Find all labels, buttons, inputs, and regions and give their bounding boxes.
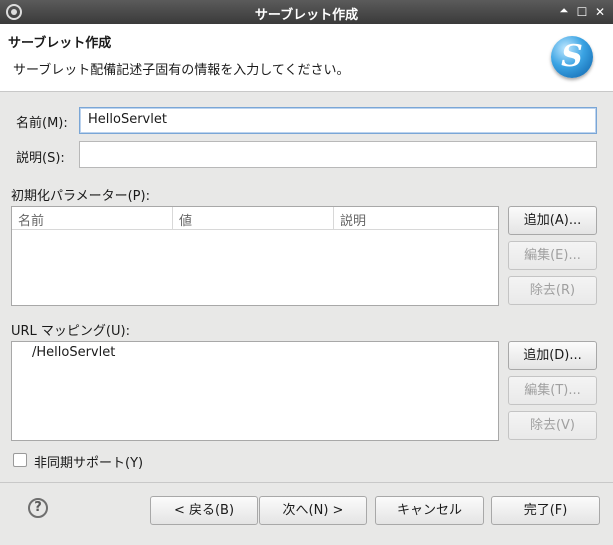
- wizard-banner: サーブレット作成 サーブレット配備記述子固有の情報を入力してください。 S: [0, 24, 613, 92]
- init-param-add-button[interactable]: 追加(A)...: [508, 206, 597, 235]
- name-input[interactable]: HelloServlet: [79, 107, 597, 134]
- servlet-logo-icon: S: [551, 36, 593, 78]
- close-icon[interactable]: ✕: [592, 3, 608, 21]
- maximize-icon[interactable]: ☐: [574, 3, 590, 21]
- init-params-table[interactable]: 名前 値 説明: [11, 206, 499, 306]
- init-param-remove-button[interactable]: 除去(R): [508, 276, 597, 305]
- back-button[interactable]: < 戻る(B): [150, 496, 258, 525]
- window-title: サーブレット作成: [254, 8, 359, 23]
- init-params-header: 名前 値 説明: [12, 207, 498, 230]
- window-titlebar: サーブレット作成 🞁 ☐ ✕: [0, 0, 613, 24]
- help-icon[interactable]: ?: [28, 498, 48, 518]
- footer-separator: [0, 482, 613, 483]
- banner-title: サーブレット作成: [8, 36, 112, 51]
- description-input[interactable]: [79, 141, 597, 168]
- banner-description: サーブレット配備記述子固有の情報を入力してください。: [13, 63, 350, 78]
- init-param-edit-button[interactable]: 編集(E)...: [508, 241, 597, 270]
- url-mapping-edit-button[interactable]: 編集(T)...: [508, 376, 597, 405]
- url-mapping-remove-button[interactable]: 除去(V): [508, 411, 597, 440]
- cancel-button[interactable]: キャンセル: [375, 496, 484, 525]
- url-mapping-add-button[interactable]: 追加(D)...: [508, 341, 597, 370]
- list-item[interactable]: /HelloServlet: [32, 345, 115, 360]
- column-header-name[interactable]: 名前: [12, 207, 173, 230]
- up-arrow-icon[interactable]: 🞁: [556, 3, 572, 21]
- next-button[interactable]: 次へ(N) >: [259, 496, 367, 525]
- async-support-label[interactable]: 非同期サポート(Y): [34, 452, 143, 471]
- async-support-checkbox[interactable]: [13, 453, 27, 467]
- url-mappings-label: URL マッピング(U):: [11, 324, 130, 339]
- url-mappings-list[interactable]: /HelloServlet: [11, 341, 499, 441]
- column-header-description[interactable]: 説明: [334, 207, 500, 230]
- column-header-value[interactable]: 値: [173, 207, 334, 230]
- init-params-label: 初期化パラメーター(P):: [11, 189, 150, 204]
- finish-button[interactable]: 完了(F): [491, 496, 600, 525]
- name-label: 名前(M):: [16, 116, 68, 131]
- description-label: 説明(S):: [16, 151, 65, 166]
